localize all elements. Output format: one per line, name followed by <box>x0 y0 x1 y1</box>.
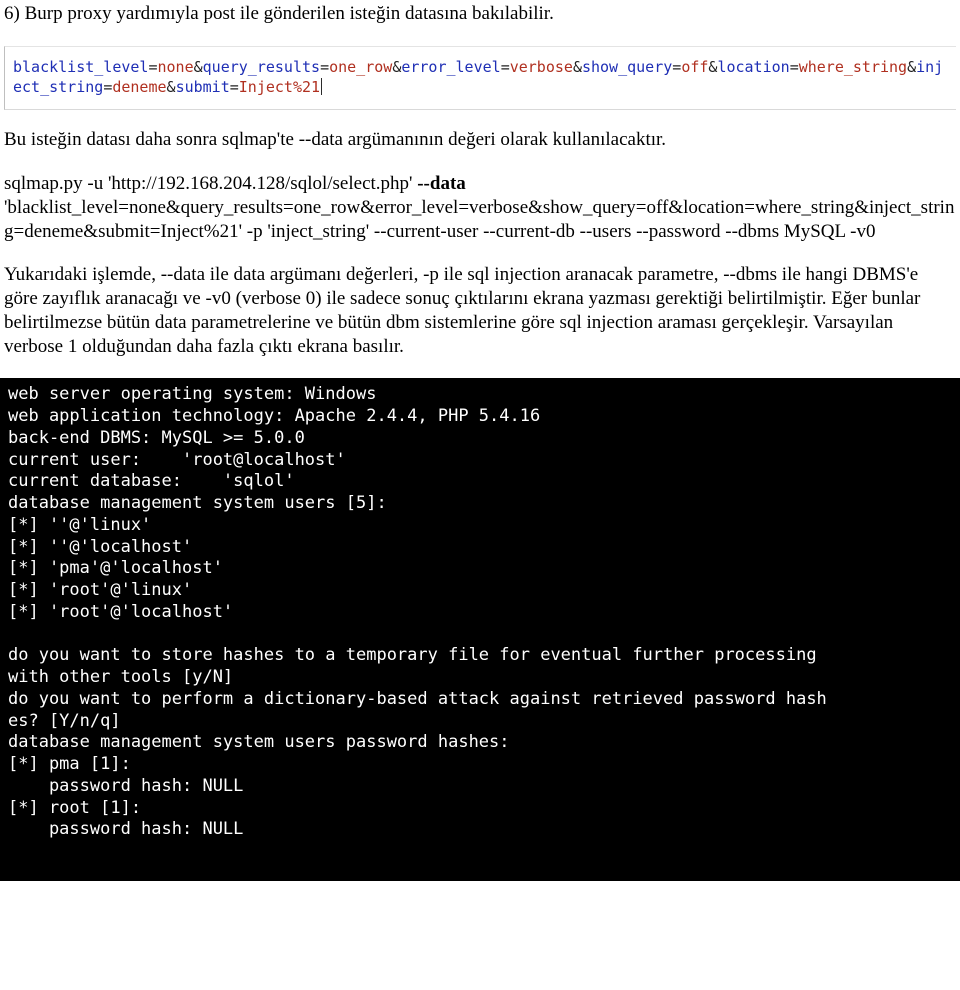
burp-value: Inject%21 <box>239 78 320 96</box>
burp-equals: = <box>148 58 157 76</box>
sqlmap-command: sqlmap.py -u 'http://192.168.204.128/sql… <box>4 172 956 243</box>
burp-amp: & <box>194 58 203 76</box>
burp-key: blacklist_level <box>13 58 148 76</box>
burp-value: verbose <box>510 58 573 76</box>
cmd-rest: 'blacklist_level=none&query_results=one_… <box>4 197 954 242</box>
burp-value: one_row <box>329 58 392 76</box>
terminal-output: web server operating system: Windows web… <box>0 378 960 881</box>
burp-equals: = <box>501 58 510 76</box>
burp-equals: = <box>672 58 681 76</box>
burp-equals: = <box>103 78 112 96</box>
burp-value: off <box>681 58 708 76</box>
burp-amp: & <box>167 78 176 96</box>
burp-amp: & <box>573 58 582 76</box>
cmd-data-flag: --data <box>417 173 466 194</box>
burp-key: submit <box>176 78 230 96</box>
burp-key: query_results <box>203 58 320 76</box>
burp-post-data: blacklist_level=none&query_results=one_r… <box>4 46 956 111</box>
text-caret <box>321 78 322 95</box>
burp-value: deneme <box>112 78 166 96</box>
burp-equals: = <box>790 58 799 76</box>
paragraph-explain: Yukarıdaki işlemde, --data ile data argü… <box>4 263 956 358</box>
burp-value: none <box>158 58 194 76</box>
burp-value: where_string <box>799 58 907 76</box>
burp-amp: & <box>907 58 916 76</box>
burp-key: location <box>717 58 789 76</box>
burp-equals: = <box>230 78 239 96</box>
burp-amp: & <box>392 58 401 76</box>
burp-equals: = <box>320 58 329 76</box>
paragraph-intro: Bu isteğin datası daha sonra sqlmap'te -… <box>4 128 956 152</box>
burp-key: error_level <box>401 58 500 76</box>
step-heading: 6) Burp proxy yardımıyla post ile gönder… <box>4 2 956 26</box>
cmd-prefix: sqlmap.py -u 'http://192.168.204.128/sql… <box>4 173 417 194</box>
burp-key: show_query <box>582 58 672 76</box>
